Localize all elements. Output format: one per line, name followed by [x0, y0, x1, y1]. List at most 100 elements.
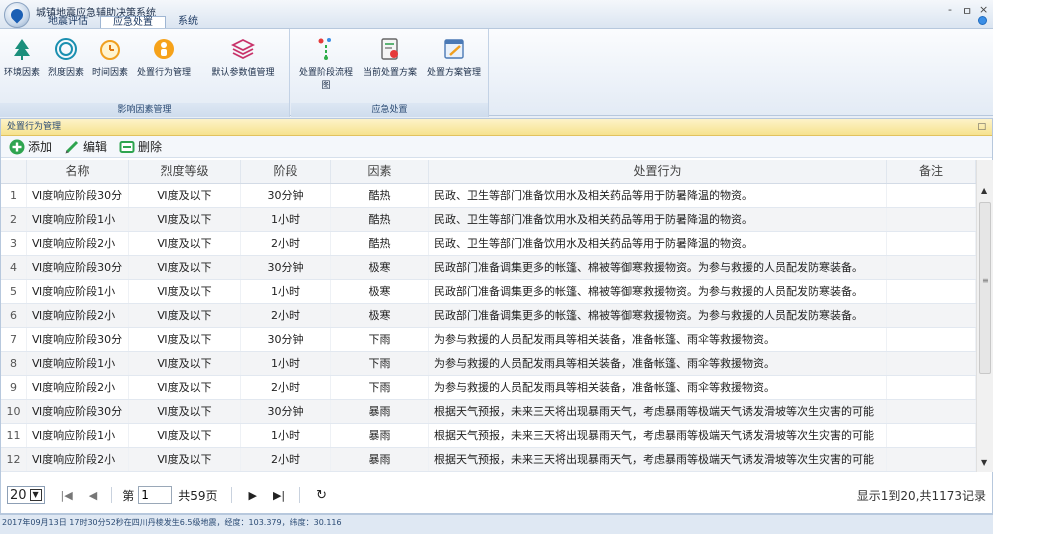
row-remark — [887, 376, 976, 399]
stage-flowchart-label: 处置阶段流程图 — [298, 68, 353, 91]
table-row[interactable]: 6 Ⅵ度响应阶段2小 Ⅵ度及以下 2小时 极寒 民政部门准备调集更多的帐篷、棉被等御寒救援… — [1, 304, 976, 328]
row-index: 7 — [1, 328, 27, 351]
row-action: 民政、卫生等部门准备饮用水及相关药品等用于防暑降温的物资。 — [429, 208, 887, 231]
column-header-remark[interactable]: 备注 — [887, 160, 976, 183]
page-size-select[interactable]: 20 ▼ — [7, 486, 45, 504]
column-header-factor[interactable]: 因素 — [331, 160, 429, 183]
time-factor-label: 时间因素 — [91, 68, 128, 78]
row-name: Ⅵ度响应阶段2小 — [27, 376, 129, 399]
grid-toolbar: 添加 编辑 删除 — [1, 136, 992, 158]
row-intensity: Ⅵ度及以下 — [129, 376, 241, 399]
next-page-icon[interactable]: ▶ — [248, 489, 256, 502]
row-stage: 30分钟 — [241, 184, 331, 207]
row-action: 为参与救援的人员配发雨具等相关装备，准备帐篷、雨伞等救援物资。 — [429, 376, 887, 399]
table-row[interactable]: 8 Ⅵ度响应阶段1小 Ⅵ度及以下 1小时 下雨 为参与救援的人员配发雨具等相关装备，准备帐… — [1, 352, 976, 376]
row-stage: 30分钟 — [241, 256, 331, 279]
plan-management-button[interactable]: 处置方案管理 — [423, 37, 485, 78]
scroll-thumb[interactable] — [979, 202, 991, 374]
row-action: 根据天气预报，未来三天将出现暴雨天气，考虑暴雨等极端天气诱发滑坡等次生灾害的可能 — [429, 448, 887, 471]
row-stage: 30分钟 — [241, 328, 331, 351]
row-stage: 1小时 — [241, 352, 331, 375]
scroll-grip-icon: ≡ — [982, 276, 989, 285]
plan-management-label: 处置方案管理 — [426, 68, 481, 78]
panel-header: 处置行为管理 □ — [1, 119, 992, 136]
default-params-button[interactable]: 默认参数值管理 — [198, 37, 288, 78]
vertical-scrollbar[interactable]: ▲ ≡ ▼ — [976, 160, 993, 472]
row-factor: 酷热 — [331, 208, 429, 231]
column-header-action[interactable]: 处置行为 — [429, 160, 887, 183]
column-header-stage[interactable]: 阶段 — [241, 160, 331, 183]
row-action: 民政部门准备调集更多的帐篷、棉被等御寒救援物资。为参与救援的人员配发防寒装备。 — [429, 280, 887, 303]
row-factor: 暴雨 — [331, 448, 429, 471]
scroll-up-icon[interactable]: ▲ — [981, 186, 987, 195]
refresh-icon[interactable]: ↻ — [316, 488, 327, 503]
table-row[interactable]: 9 Ⅵ度响应阶段2小 Ⅵ度及以下 2小时 下雨 为参与救援的人员配发雨具等相关装备，准备帐… — [1, 376, 976, 400]
column-header-name[interactable]: 名称 — [27, 160, 129, 183]
table-row[interactable]: 4 Ⅵ度响应阶段30分 Ⅵ度及以下 30分钟 极寒 民政部门准备调集更多的帐篷、棉被等御寒… — [1, 256, 976, 280]
layers-icon — [231, 38, 255, 60]
row-factor: 下雨 — [331, 328, 429, 351]
close-button[interactable]: × — [979, 3, 988, 16]
first-page-icon[interactable]: |◀ — [61, 489, 73, 502]
behavior-management-panel: 处置行为管理 □ 添加 编辑 删除 名称 烈度等级 阶段 因素 处置行为 备注 … — [0, 118, 993, 514]
intensity-factor-label: 烈度因素 — [47, 68, 84, 78]
plus-icon — [9, 139, 25, 154]
table-row[interactable]: 2 Ⅵ度响应阶段1小 Ⅵ度及以下 1小时 酷热 民政、卫生等部门准备饮用水及相关药品等用于… — [1, 208, 976, 232]
table-row[interactable]: 12 Ⅵ度响应阶段2小 Ⅵ度及以下 2小时 暴雨 根据天气预报，未来三天将出现暴雨天气，考… — [1, 448, 976, 472]
pager-separator — [111, 487, 113, 503]
delete-button[interactable]: 删除 — [119, 138, 162, 155]
row-intensity: Ⅵ度及以下 — [129, 352, 241, 375]
stage-flowchart-button[interactable]: 处置阶段流程图 — [295, 37, 357, 91]
prev-page-icon[interactable]: ◀ — [89, 489, 97, 502]
help-icon[interactable] — [978, 16, 987, 25]
app-window: 城镇地震应急辅助决策系统 - ㅁ × 地震评估 应急处置 系统 环境因素 烈度因… — [0, 0, 993, 534]
app-menu-button[interactable] — [4, 2, 30, 28]
row-name: Ⅵ度响应阶段1小 — [27, 424, 129, 447]
restore-icon[interactable]: □ — [977, 119, 986, 135]
table-row[interactable]: 1 Ⅵ度响应阶段30分 Ⅵ度及以下 30分钟 酷热 民政、卫生等部门准备饮用水及相关药品等… — [1, 184, 976, 208]
column-header-index[interactable] — [1, 160, 27, 183]
time-factor-button[interactable]: 时间因素 — [90, 37, 130, 78]
current-page-input[interactable] — [138, 486, 173, 504]
row-stage: 1小时 — [241, 424, 331, 447]
current-plan-button[interactable]: 当前处置方案 — [361, 37, 419, 78]
page-prefix-label: 第 — [122, 488, 135, 503]
edit-button[interactable]: 编辑 — [64, 138, 107, 155]
table-row[interactable]: 3 Ⅵ度响应阶段2小 Ⅵ度及以下 2小时 酷热 民政、卫生等部门准备饮用水及相关药品等用于… — [1, 232, 976, 256]
delete-label: 删除 — [138, 140, 163, 154]
row-factor: 极寒 — [331, 256, 429, 279]
maximize-button[interactable]: ㅁ — [962, 3, 972, 19]
title-bar: 城镇地震应急辅助决策系统 - ㅁ × 地震评估 应急处置 系统 — [0, 0, 993, 29]
row-index: 6 — [1, 304, 27, 327]
ribbon-group-factors: 环境因素 烈度因素 时间因素 处置行为管理 默认参数值管理 影响因素管理 — [0, 29, 290, 117]
environment-factor-button[interactable]: 环境因素 — [2, 37, 42, 78]
pager-separator — [299, 487, 301, 503]
column-header-intensity[interactable]: 烈度等级 — [129, 160, 241, 183]
row-remark — [887, 424, 976, 447]
panel-title: 处置行为管理 — [7, 122, 62, 132]
row-action: 为参与救援的人员配发雨具等相关装备，准备帐篷、雨伞等救援物资。 — [429, 352, 887, 375]
row-factor: 酷热 — [331, 184, 429, 207]
row-name: Ⅵ度响应阶段2小 — [27, 448, 129, 471]
table-row[interactable]: 11 Ⅵ度响应阶段1小 Ⅵ度及以下 1小时 暴雨 根据天气预报，未来三天将出现暴雨天气，考… — [1, 424, 976, 448]
last-page-icon[interactable]: ▶| — [273, 489, 285, 502]
add-button[interactable]: 添加 — [9, 138, 52, 155]
scroll-down-icon[interactable]: ▼ — [981, 458, 987, 467]
ribbon-group-label-response: 应急处置 — [291, 103, 488, 117]
table-row[interactable]: 5 Ⅵ度响应阶段1小 Ⅵ度及以下 1小时 极寒 民政部门准备调集更多的帐篷、棉被等御寒救援… — [1, 280, 976, 304]
table-header: 名称 烈度等级 阶段 因素 处置行为 备注 — [1, 160, 976, 184]
ribbon-group-response: 处置阶段流程图 当前处置方案 处置方案管理 应急处置 — [291, 29, 489, 117]
table-row[interactable]: 10 Ⅵ度响应阶段30分 Ⅵ度及以下 30分钟 暴雨 根据天气预报，未来三天将出现暴雨天气… — [1, 400, 976, 424]
row-remark — [887, 232, 976, 255]
row-index: 2 — [1, 208, 27, 231]
row-intensity: Ⅵ度及以下 — [129, 304, 241, 327]
intensity-factor-button[interactable]: 烈度因素 — [46, 37, 86, 78]
row-intensity: Ⅵ度及以下 — [129, 232, 241, 255]
row-action: 民政、卫生等部门准备饮用水及相关药品等用于防暑降温的物资。 — [429, 232, 887, 255]
row-intensity: Ⅵ度及以下 — [129, 208, 241, 231]
target-circle-icon — [55, 38, 77, 60]
row-intensity: Ⅵ度及以下 — [129, 448, 241, 471]
table-row[interactable]: 7 Ⅵ度响应阶段30分 Ⅵ度及以下 30分钟 下雨 为参与救援的人员配发雨具等相关装备，准… — [1, 328, 976, 352]
minimize-button[interactable]: - — [948, 3, 952, 16]
behavior-management-button[interactable]: 处置行为管理 — [134, 37, 194, 78]
